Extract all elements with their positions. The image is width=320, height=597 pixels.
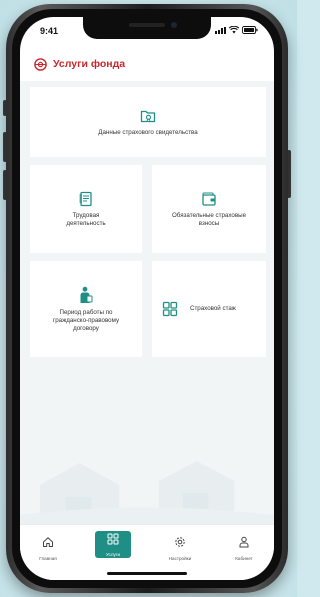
tab-home[interactable]: Главная	[26, 531, 70, 563]
tab-cabinet[interactable]: Кабинет	[222, 531, 266, 563]
wifi-icon	[229, 26, 239, 34]
tab-active-highlight: Услуги	[95, 531, 131, 558]
tab-settings[interactable]: Настройки	[158, 531, 202, 563]
bottom-tab-bar: Главная Услуги Настройки Кабинет	[20, 524, 274, 580]
certificate-folder-icon	[140, 108, 156, 124]
tab-services[interactable]: Услуги	[91, 531, 135, 563]
service-label: Страховой стаж	[190, 305, 236, 312]
service-card-insurance-experience[interactable]: Страховой стаж	[152, 261, 266, 357]
work-document-icon	[78, 191, 94, 207]
services-grid-icon	[107, 532, 119, 550]
camera	[171, 22, 177, 28]
worker-person-icon	[78, 286, 94, 304]
status-time: 9:41	[40, 26, 59, 36]
service-label: Период работы по гражданско-правовому до…	[52, 308, 120, 332]
grid-calculator-icon	[162, 301, 178, 317]
services-area: Данные страхового свидетельства Трудовая…	[20, 81, 274, 525]
service-card-certificate[interactable]: Данные страхового свидетельства	[30, 87, 266, 157]
service-card-work-activity[interactable]: Трудовая деятельность	[30, 165, 142, 253]
status-icons	[215, 26, 258, 34]
tab-label: Главная	[39, 556, 57, 561]
signal-icon	[215, 27, 226, 34]
tab-label: Кабинет	[235, 556, 253, 561]
battery-icon	[242, 26, 258, 34]
notch	[83, 17, 211, 39]
page-title: Услуги фонда	[53, 58, 126, 70]
speaker	[129, 23, 165, 27]
phone-screen: 9:41 Услуги фонда Данные страхового свид…	[20, 17, 274, 580]
gear-icon	[174, 535, 186, 553]
background-illustration	[20, 445, 274, 525]
home-indicator	[107, 572, 187, 575]
home-icon	[42, 535, 54, 553]
phone-frame: 9:41 Услуги фонда Данные страхового свид…	[6, 4, 288, 593]
phone-bezel: 9:41 Услуги фонда Данные страхового свид…	[12, 9, 282, 588]
service-label: Обязательные страховые взносы	[171, 211, 247, 227]
tab-label: Услуги	[105, 552, 121, 557]
wallet-icon	[201, 191, 217, 207]
service-card-civil-contract[interactable]: Период работы по гражданско-правовому до…	[30, 261, 142, 357]
tab-label: Настройки	[168, 556, 192, 561]
user-icon	[238, 535, 250, 553]
service-label: Трудовая деятельность	[66, 211, 106, 227]
page-header: Услуги фонда	[34, 54, 260, 74]
service-card-insurance-payments[interactable]: Обязательные страховые взносы	[152, 165, 266, 253]
fund-logo-icon	[34, 57, 47, 71]
service-label: Данные страхового свидетельства	[98, 128, 198, 136]
